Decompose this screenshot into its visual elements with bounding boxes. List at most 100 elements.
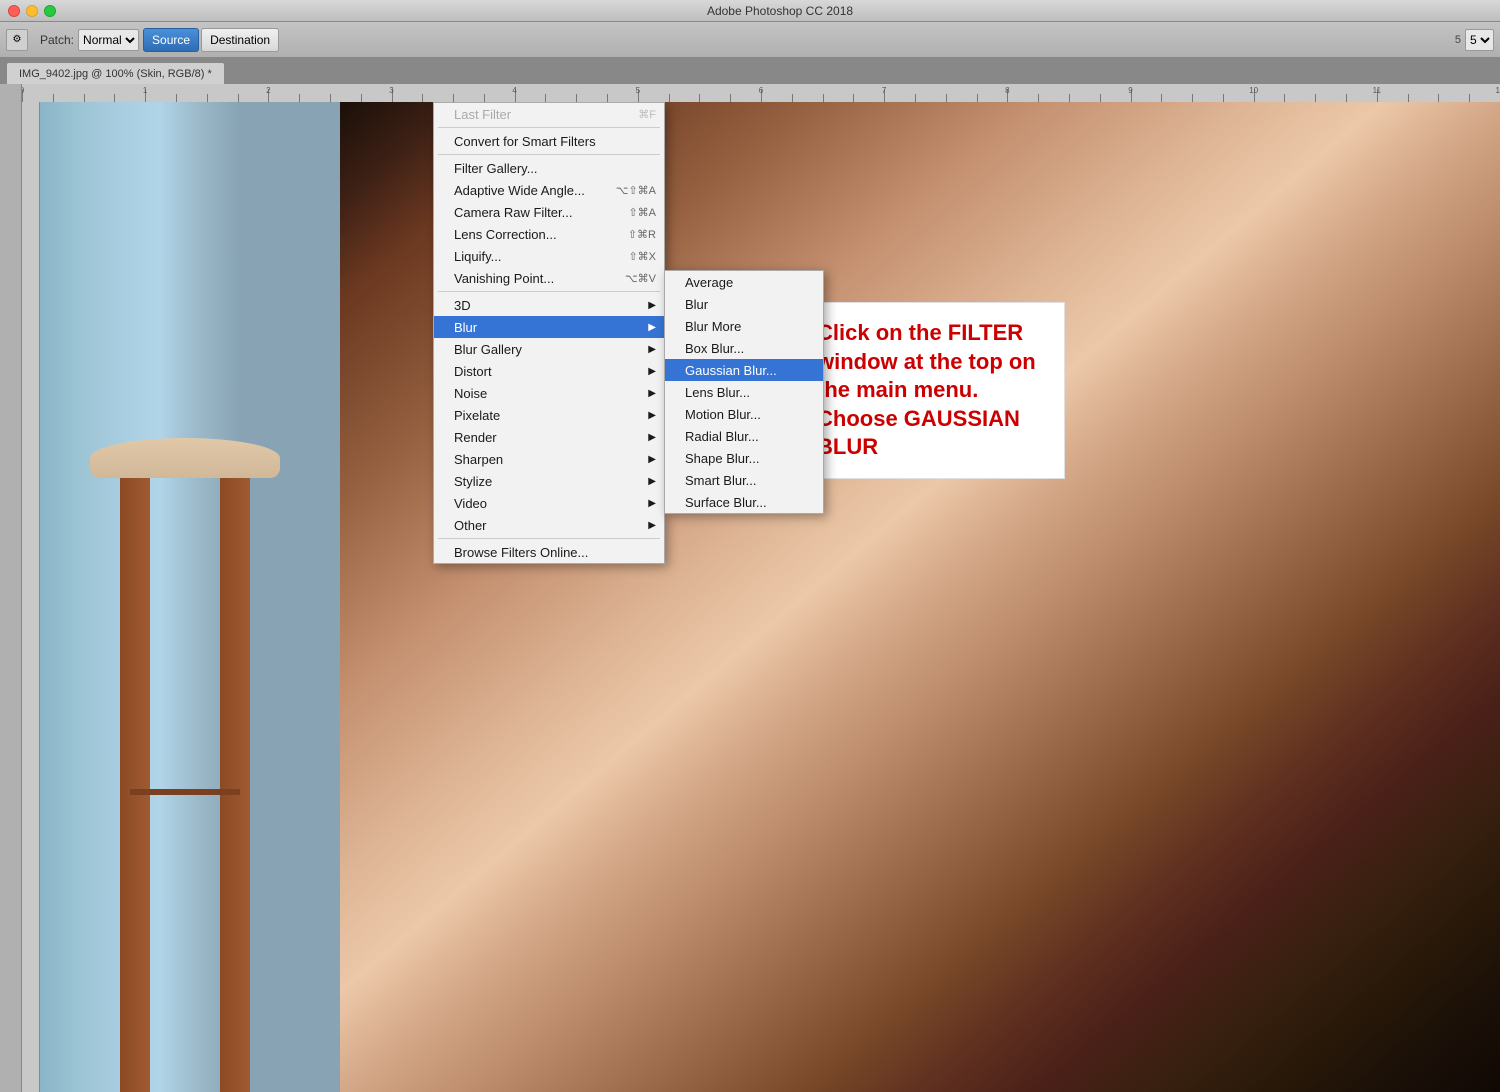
- menu-item-3d[interactable]: 3D ▶: [434, 294, 664, 316]
- menu-item-video[interactable]: Video ▶: [434, 492, 664, 514]
- menu-item-other[interactable]: Other ▶: [434, 514, 664, 536]
- menu-item-camera-raw-filter[interactable]: Camera Raw Filter... ⇧⌘A: [434, 201, 664, 223]
- menu-item-label: Camera Raw Filter...: [454, 205, 572, 220]
- menu-item-lens-correction[interactable]: Lens Correction... ⇧⌘R: [434, 223, 664, 245]
- menu-item-label: Other: [454, 518, 487, 533]
- menu-item-label: Motion Blur...: [685, 407, 761, 422]
- menu-item-label: Smart Blur...: [685, 473, 757, 488]
- menu-item-label: Surface Blur...: [685, 495, 767, 510]
- menu-item-label: Stylize: [454, 474, 492, 489]
- menu-item-label: Blur Gallery: [454, 342, 522, 357]
- size-select[interactable]: 5: [1465, 29, 1494, 51]
- menu-item-pixelate[interactable]: Pixelate ▶: [434, 404, 664, 426]
- menu-item-label: Last Filter: [454, 107, 511, 122]
- menu-item-distort[interactable]: Distort ▶: [434, 360, 664, 382]
- menu-item-liquify[interactable]: Liquify... ⇧⌘X: [434, 245, 664, 267]
- filter-menu: Last Filter ⌘F Convert for Smart Filters…: [433, 102, 665, 564]
- menu-item-label: Convert for Smart Filters: [454, 134, 596, 149]
- submenu-arrow-icon: ▶: [648, 344, 656, 355]
- menu-item-vanishing-point[interactable]: Vanishing Point... ⌥⌘V: [434, 267, 664, 289]
- title-bar: Adobe Photoshop CC 2018: [0, 0, 1500, 22]
- source-button[interactable]: Source: [143, 28, 199, 52]
- blur-submenu-item-radial-blur[interactable]: Radial Blur...: [665, 425, 823, 447]
- menu-item-convert-smart-filters[interactable]: Convert for Smart Filters: [434, 130, 664, 152]
- minimize-button[interactable]: [26, 5, 38, 17]
- menu-separator: [438, 127, 660, 128]
- ruler-horizontal: 0123456789101112: [22, 84, 1500, 102]
- size-label-text: 5: [1455, 34, 1461, 46]
- menu-item-label: Vanishing Point...: [454, 271, 554, 286]
- menu-item-label: 3D: [454, 298, 471, 313]
- blur-submenu-item-lens-blur[interactable]: Lens Blur...: [665, 381, 823, 403]
- toolbar: ⚙ Patch: Normal Source Destination 5 5: [0, 22, 1500, 58]
- tool-icon[interactable]: ⚙: [6, 29, 28, 51]
- menu-item-last-filter[interactable]: Last Filter ⌘F: [434, 103, 664, 125]
- menu-item-label: Filter Gallery...: [454, 161, 538, 176]
- menu-item-label: Shape Blur...: [685, 451, 759, 466]
- blur-submenu-item-smart-blur[interactable]: Smart Blur...: [665, 469, 823, 491]
- submenu-arrow-icon: ▶: [648, 300, 656, 311]
- window-controls: [8, 5, 56, 17]
- ruler-vertical: [22, 102, 40, 1092]
- blur-submenu-item-blur-more[interactable]: Blur More: [665, 315, 823, 337]
- ruler-corner: [0, 84, 22, 102]
- menu-item-label: Liquify...: [454, 249, 501, 264]
- submenu-arrow-icon: ▶: [648, 322, 656, 333]
- submenu-arrow-icon: ▶: [648, 476, 656, 487]
- menu-item-noise[interactable]: Noise ▶: [434, 382, 664, 404]
- menu-item-label: Average: [685, 275, 733, 290]
- menu-item-blur[interactable]: Blur ▶: [434, 316, 664, 338]
- menu-item-label: Blur: [454, 320, 477, 335]
- maximize-button[interactable]: [44, 5, 56, 17]
- document-tab[interactable]: IMG_9402.jpg @ 100% (Skin, RGB/8) *: [6, 62, 225, 84]
- submenu-arrow-icon: ▶: [648, 410, 656, 421]
- menu-item-render[interactable]: Render ▶: [434, 426, 664, 448]
- menu-item-label: Radial Blur...: [685, 429, 759, 444]
- content-area: Click on the FILTER window at the top on…: [0, 102, 1500, 1092]
- close-button[interactable]: [8, 5, 20, 17]
- menu-item-label: Box Blur...: [685, 341, 744, 356]
- submenu-arrow-icon: ▶: [648, 520, 656, 531]
- blur-submenu: Average Blur Blur More Box Blur... Gauss…: [664, 270, 824, 514]
- stool-rung: [130, 789, 240, 795]
- app-title: Adobe Photoshop CC 2018: [68, 4, 1492, 18]
- blur-submenu-item-surface-blur[interactable]: Surface Blur...: [665, 491, 823, 513]
- menu-item-shortcut: ⇧⌘X: [628, 250, 656, 263]
- menu-separator: [438, 291, 660, 292]
- blur-submenu-item-shape-blur[interactable]: Shape Blur...: [665, 447, 823, 469]
- menu-item-filter-gallery[interactable]: Filter Gallery...: [434, 157, 664, 179]
- menu-separator: [438, 154, 660, 155]
- menu-item-adaptive-wide-angle[interactable]: Adaptive Wide Angle... ⌥⇧⌘A: [434, 179, 664, 201]
- submenu-arrow-icon: ▶: [648, 432, 656, 443]
- annotation-text: Click on the FILTER window at the top on…: [817, 319, 1048, 462]
- menu-item-label: Noise: [454, 386, 487, 401]
- menu-item-stylize[interactable]: Stylize ▶: [434, 470, 664, 492]
- blur-submenu-item-box-blur[interactable]: Box Blur...: [665, 337, 823, 359]
- menu-item-shortcut: ⇧⌘R: [628, 228, 656, 241]
- blur-submenu-item-motion-blur[interactable]: Motion Blur...: [665, 403, 823, 425]
- menu-item-label: Blur: [685, 297, 708, 312]
- blur-submenu-item-average[interactable]: Average: [665, 271, 823, 293]
- menu-item-label: Gaussian Blur...: [685, 363, 777, 378]
- menu-item-shortcut: ⌘F: [638, 108, 656, 121]
- patch-label: Patch:: [40, 33, 74, 47]
- tab-bar: IMG_9402.jpg @ 100% (Skin, RGB/8) *: [0, 58, 1500, 84]
- menu-item-label: Lens Blur...: [685, 385, 750, 400]
- menu-separator: [438, 538, 660, 539]
- menu-item-label: Distort: [454, 364, 492, 379]
- canvas: Click on the FILTER window at the top on…: [40, 102, 1500, 1092]
- menu-item-label: Browse Filters Online...: [454, 545, 588, 560]
- patch-mode-select[interactable]: Normal: [78, 29, 139, 51]
- stool-left-leg: [120, 449, 150, 1092]
- menu-item-shortcut: ⌥⇧⌘A: [616, 184, 656, 197]
- menu-item-label: Adaptive Wide Angle...: [454, 183, 585, 198]
- menu-item-blur-gallery[interactable]: Blur Gallery ▶: [434, 338, 664, 360]
- submenu-arrow-icon: ▶: [648, 388, 656, 399]
- menu-item-label: Lens Correction...: [454, 227, 557, 242]
- menu-item-browse-filters[interactable]: Browse Filters Online...: [434, 541, 664, 563]
- blur-submenu-item-blur[interactable]: Blur: [665, 293, 823, 315]
- blur-submenu-item-gaussian-blur[interactable]: Gaussian Blur...: [665, 359, 823, 381]
- destination-button[interactable]: Destination: [201, 28, 279, 52]
- tab-label: IMG_9402.jpg @ 100% (Skin, RGB/8) *: [19, 68, 212, 80]
- menu-item-sharpen[interactable]: Sharpen ▶: [434, 448, 664, 470]
